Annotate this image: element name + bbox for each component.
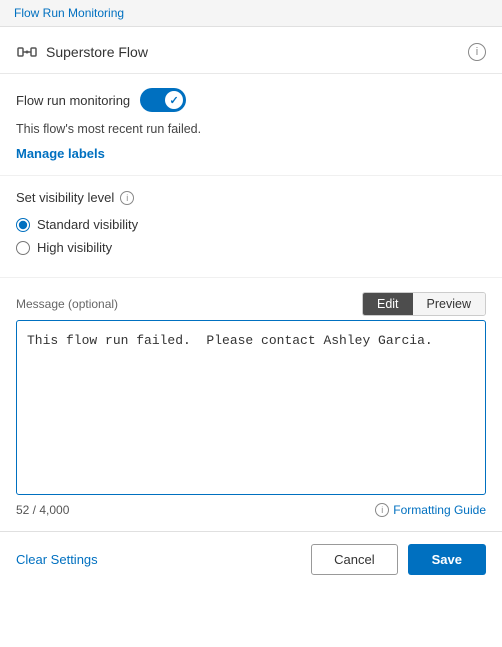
message-textarea[interactable]: This flow run failed. Please contact Ash… [16,320,486,495]
message-header: Message (optional) Edit Preview [16,292,486,316]
visibility-section: Set visibility level i Standard visibili… [0,176,502,278]
flow-monitoring-toggle[interactable]: ✓ [140,88,186,112]
header-info-icon[interactable]: i [468,43,486,61]
breadcrumb: Flow Run Monitoring [0,0,502,27]
main-panel: Superstore Flow i Flow run monitoring ✓ … [0,27,502,587]
save-button[interactable]: Save [408,544,486,575]
formatting-guide-link[interactable]: i Formatting Guide [375,503,486,517]
preview-tab[interactable]: Preview [413,293,485,315]
panel-header: Superstore Flow i [0,27,502,74]
message-tab-group: Edit Preview [362,292,486,316]
standard-visibility-label: Standard visibility [37,217,138,232]
toggle-row: Flow run monitoring ✓ [16,88,486,112]
visibility-header: Set visibility level i [16,190,486,205]
char-count: 52 / 4,000 [16,503,69,517]
message-footer: 52 / 4,000 i Formatting Guide [16,498,486,527]
high-visibility-radio[interactable] [16,241,30,255]
cancel-button[interactable]: Cancel [311,544,397,575]
visibility-title: Set visibility level [16,190,114,205]
formatting-info-icon: i [375,503,389,517]
message-label: Message (optional) [16,297,118,311]
alert-text: This flow's most recent run failed. [16,122,486,136]
toggle-section: Flow run monitoring ✓ This flow's most r… [0,74,502,176]
clear-settings-button[interactable]: Clear Settings [16,552,98,567]
standard-visibility-row: Standard visibility [16,217,486,232]
manage-labels-link[interactable]: Manage labels [16,146,105,161]
right-actions: Cancel Save [311,544,486,575]
panel-title: Superstore Flow [46,44,148,60]
high-visibility-row: High visibility [16,240,486,255]
standard-visibility-radio[interactable] [16,218,30,232]
flow-icon [16,41,38,63]
toggle-check-icon: ✓ [170,94,179,107]
edit-tab[interactable]: Edit [363,293,413,315]
message-section: Message (optional) Edit Preview This flo… [0,278,502,527]
footer-actions: Clear Settings Cancel Save [0,531,502,587]
panel-title-row: Superstore Flow [16,41,148,63]
toggle-label: Flow run monitoring [16,93,130,108]
visibility-info-icon[interactable]: i [120,191,134,205]
breadcrumb-link[interactable]: Flow Run Monitoring [14,6,124,20]
high-visibility-label: High visibility [37,240,112,255]
